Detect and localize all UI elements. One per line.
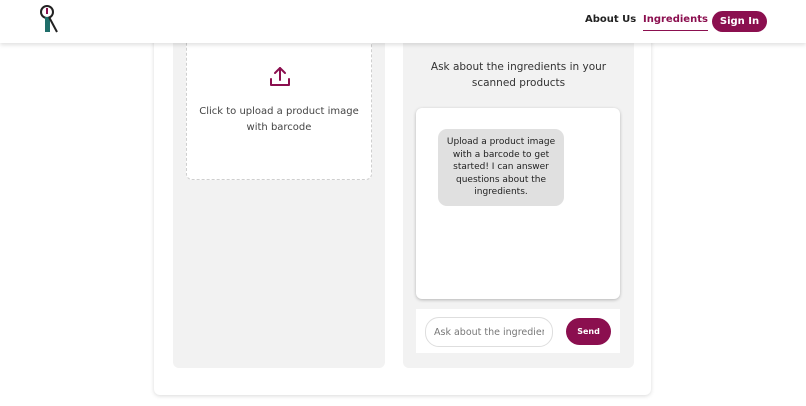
upload-instruction: Click to upload a product image with bar… [199, 106, 359, 133]
top-navbar: About Us Ingredients Sign In [0, 0, 806, 43]
nav-link-about-us[interactable]: About Us [585, 14, 636, 25]
chat-input-row: Send [416, 309, 620, 353]
bot-message-bubble: Upload a product image with a barcode to… [438, 129, 564, 206]
upload-dropzone[interactable]: Click to upload a product image with bar… [186, 30, 372, 180]
chat-message-area[interactable]: Upload a product image with a barcode to… [416, 108, 620, 299]
chat-subtitle: Ask about the ingredients in your scanne… [430, 61, 607, 89]
nav-link-ingredients[interactable]: Ingredients [643, 14, 708, 31]
chat-question-input[interactable] [425, 317, 553, 347]
upload-icon [270, 67, 290, 86]
chat-panel: Ask about the ingredients in your scanne… [403, 30, 634, 368]
sign-in-button[interactable]: Sign In [712, 11, 767, 32]
logo-icon[interactable] [38, 4, 60, 34]
send-button[interactable]: Send [566, 318, 611, 345]
